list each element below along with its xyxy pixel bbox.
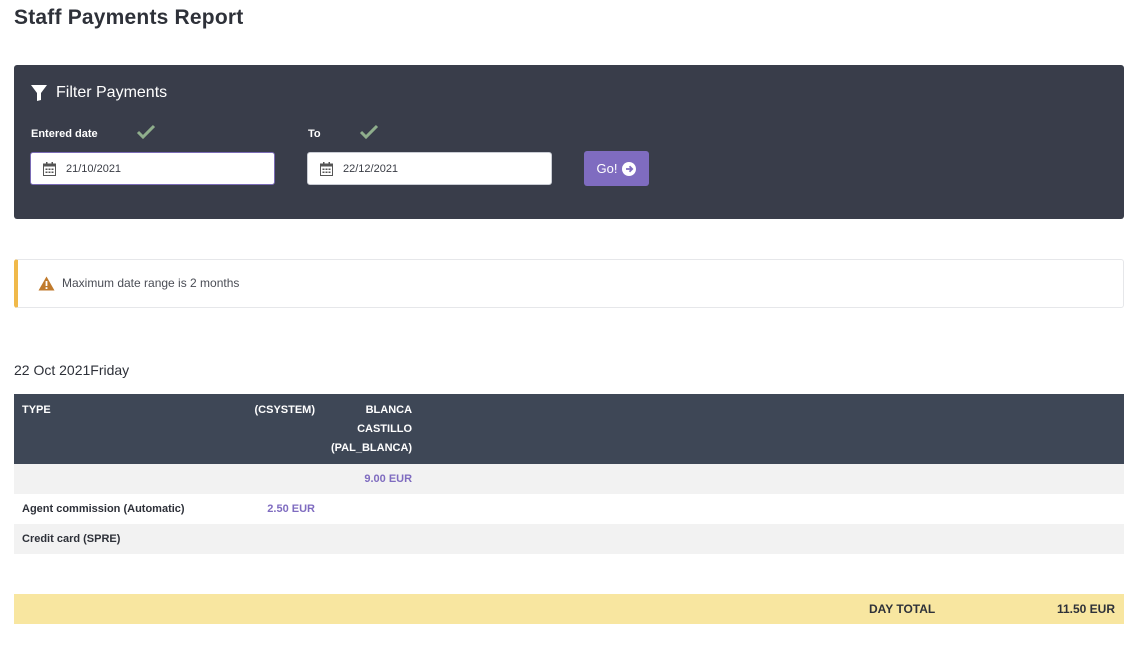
column-header-csystem: (CSYSTEM) bbox=[230, 394, 323, 464]
calendar-icon bbox=[320, 162, 333, 176]
to-date-value: 22/12/2021 bbox=[343, 163, 399, 175]
go-button[interactable]: Go! bbox=[584, 151, 649, 186]
row-blanca-amount bbox=[323, 524, 421, 554]
filter-heading-label: Filter Payments bbox=[56, 84, 168, 101]
arrow-circle-right-icon bbox=[622, 161, 637, 176]
row-type bbox=[14, 464, 230, 494]
row-csystem-amount bbox=[230, 464, 323, 494]
to-date-input[interactable]: 22/12/2021 bbox=[307, 152, 552, 185]
row-spacer bbox=[420, 494, 1124, 524]
table-row: 9.00 EUR bbox=[14, 464, 1124, 494]
table-row: Credit card (SPRE) bbox=[14, 524, 1124, 554]
column-header-type: TYPE bbox=[14, 394, 230, 464]
day-total-label: DAY TOTAL bbox=[869, 602, 936, 616]
day-total-band: DAY TOTAL 11.50 EUR bbox=[14, 594, 1124, 624]
row-blanca-amount bbox=[323, 494, 421, 524]
row-type: Agent commission (Automatic) bbox=[14, 494, 230, 524]
row-spacer bbox=[420, 524, 1124, 554]
table-row: Agent commission (Automatic) 2.50 EUR bbox=[14, 494, 1124, 524]
row-blanca-amount: 9.00 EUR bbox=[323, 464, 421, 494]
row-csystem-amount bbox=[230, 524, 323, 554]
filter-heading: Filter Payments bbox=[30, 84, 167, 102]
day-heading: 22 Oct 2021Friday bbox=[14, 362, 130, 378]
calendar-icon bbox=[43, 162, 56, 176]
page-title: Staff Payments Report bbox=[14, 6, 244, 29]
payments-table: TYPE (CSYSTEM) BLANCA CASTILLO (PAL_BLAN… bbox=[14, 394, 1124, 554]
entered-date-input[interactable]: 21/10/2021 bbox=[30, 152, 275, 185]
filter-panel: Filter Payments Entered date To 21/10/20… bbox=[14, 65, 1124, 219]
go-button-label: Go! bbox=[596, 161, 618, 176]
alert-text: Maximum date range is 2 months bbox=[62, 276, 240, 290]
to-date-label: To bbox=[308, 128, 321, 140]
entered-date-value: 21/10/2021 bbox=[66, 163, 122, 175]
warning-icon bbox=[38, 276, 55, 291]
check-icon bbox=[359, 124, 379, 140]
table-header-row: TYPE (CSYSTEM) BLANCA CASTILLO (PAL_BLAN… bbox=[14, 394, 1124, 464]
row-csystem-amount: 2.50 EUR bbox=[230, 494, 323, 524]
column-header-blanca: BLANCA CASTILLO (PAL_BLANCA) bbox=[323, 394, 421, 464]
filter-icon bbox=[31, 85, 47, 101]
row-spacer bbox=[420, 464, 1124, 494]
row-type: Credit card (SPRE) bbox=[14, 524, 230, 554]
check-icon bbox=[136, 124, 156, 140]
date-range-alert: Maximum date range is 2 months bbox=[14, 259, 1124, 308]
entered-date-label: Entered date bbox=[31, 128, 98, 140]
column-header-spacer bbox=[420, 394, 1124, 464]
day-total-value: 11.50 EUR bbox=[1056, 602, 1115, 616]
